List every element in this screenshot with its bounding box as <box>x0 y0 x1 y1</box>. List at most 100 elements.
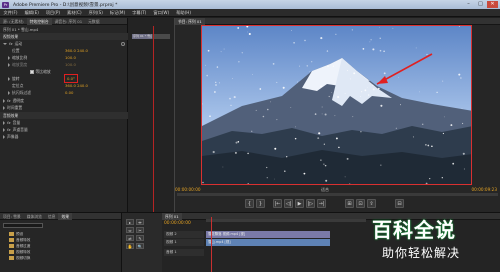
time-remap-row[interactable]: 时间重置 <box>0 104 128 111</box>
list-item[interactable]: 视频切换 <box>6 255 30 261</box>
slip-tool-icon[interactable]: ⇄ <box>126 235 134 241</box>
expand-triangle-icon[interactable] <box>8 91 10 95</box>
ripple-edit-tool-icon[interactable]: ⇔ <box>126 227 134 233</box>
opacity-effect-row[interactable]: fx 透明度 <box>0 97 128 104</box>
program-monitor: 节目: 序列 01 00:00:00:00 适合 00:00:09:23 {}… <box>175 18 500 212</box>
play-button[interactable]: ▶ <box>295 199 304 208</box>
expand-triangle-icon[interactable] <box>3 43 7 45</box>
track-header-video-2[interactable]: 视频 2 <box>164 231 204 238</box>
effects-search-input[interactable] <box>3 223 43 228</box>
expand-triangle-icon[interactable] <box>3 135 5 139</box>
scrub-bar[interactable] <box>177 193 498 196</box>
property-row-position: 位置 360.0 240.0 <box>12 47 88 54</box>
menu-sequence[interactable]: 序列(S) <box>85 9 106 17</box>
fx-icon[interactable]: fx <box>9 41 13 46</box>
channel-volume-row[interactable]: fx 声道音量 <box>0 126 128 133</box>
maximize-button[interactable]: □ <box>475 1 486 8</box>
minimize-button[interactable]: – <box>463 1 474 8</box>
expand-triangle-icon[interactable] <box>3 106 5 110</box>
property-row-scale-width: 缩放宽度 100.0 <box>0 61 128 68</box>
track-select-tool-icon[interactable]: ⇹ <box>136 219 144 225</box>
step-forward-button[interactable]: |▷ <box>306 199 315 208</box>
transport-controls: { } |← ◁| ▶ |▷ →| ⊞ ⊡ ⇪ ⊟ <box>245 199 435 209</box>
fx-icon[interactable]: fx <box>7 120 11 125</box>
tab-effects[interactable]: 效果 <box>58 213 73 220</box>
tab-media-browser[interactable]: 媒体浏览 <box>24 213 45 220</box>
effect-timeline-clip[interactable]: 序列 01 * 雪山.mp4 <box>132 34 152 39</box>
audio-effects-header: 音频效果 <box>0 112 128 119</box>
timeline-ruler[interactable] <box>206 219 366 222</box>
razor-tool-icon[interactable]: ✂ <box>136 227 144 233</box>
tab-program[interactable]: 节目: 序列 01 <box>175 18 205 25</box>
anti-flicker-value[interactable]: 0.00 <box>65 89 73 96</box>
expand-triangle-icon[interactable] <box>3 128 5 132</box>
menu-marker[interactable]: 标记(M) <box>106 9 128 17</box>
tab-info[interactable]: 信息 <box>45 213 59 220</box>
tab-sequence[interactable]: 序列 01 <box>162 213 182 220</box>
menu-help[interactable]: 帮助(H) <box>173 9 195 17</box>
tab-audio-mixer[interactable]: 调音台: 序列 01 <box>52 18 86 25</box>
button-editor-button[interactable]: ⊟ <box>395 199 404 208</box>
menu-window[interactable]: 窗口(W) <box>150 9 173 17</box>
uniform-scale-checkbox[interactable] <box>30 70 34 74</box>
rotation-value[interactable]: 0.0° <box>63 73 79 84</box>
effect-controls-panel: 源: (无素材) 特效控制台 调音台: 序列 01 元数据 序列 01 * 雪山.mp… <box>0 18 128 212</box>
tab-project[interactable]: 项目: 雪景 <box>0 213 24 220</box>
menu-project[interactable]: 项目(P) <box>42 9 63 17</box>
tab-metadata[interactable]: 元数据 <box>85 18 102 25</box>
go-to-in-button[interactable]: |← <box>273 199 282 208</box>
property-row-anti-flicker: 抗闪烁过滤 0.00 <box>0 89 128 96</box>
program-monitor-tabs: 节目: 序列 01 <box>175 18 500 25</box>
track-header-video-1[interactable]: 视频 1 <box>164 239 204 246</box>
scale-width-value[interactable]: 100.0 <box>65 61 76 68</box>
timeline-playhead[interactable] <box>211 217 212 272</box>
tab-source[interactable]: 源: (无素材) <box>0 18 27 25</box>
volume-row[interactable]: fx 音量 <box>0 119 128 126</box>
fx-icon[interactable]: fx <box>7 127 11 132</box>
expand-triangle-icon[interactable] <box>8 56 10 60</box>
position-value[interactable]: 360.0 240.0 <box>65 47 88 54</box>
menu-clip[interactable]: 素材(C) <box>64 9 86 17</box>
menu-file[interactable]: 文件(F) <box>0 9 21 17</box>
pen-tool-icon[interactable]: ✎ <box>136 235 144 241</box>
timeline-clip[interactable]: 雪花飘落 视频.mp4 [视] <box>206 231 330 238</box>
expand-triangle-icon[interactable] <box>3 99 5 103</box>
expand-triangle-icon[interactable] <box>8 63 10 67</box>
expand-triangle-icon[interactable] <box>3 121 5 125</box>
mark-out-button[interactable]: } <box>256 199 265 208</box>
lift-button[interactable]: ⊞ <box>345 199 354 208</box>
extract-button[interactable]: ⊡ <box>356 199 365 208</box>
expand-triangle-icon[interactable] <box>8 77 10 81</box>
fx-icon[interactable]: fx <box>7 98 11 103</box>
mark-in-button[interactable]: { <box>245 199 254 208</box>
reset-icon[interactable] <box>121 41 125 46</box>
effects-panel-tabs: 源: (无素材) 特效控制台 调音台: 序列 01 元数据 <box>0 18 127 25</box>
scale-value[interactable]: 100.0 <box>65 54 76 61</box>
hand-tool-icon[interactable]: ✋ <box>126 243 134 249</box>
menu-bar: 文件(F) 编辑(E) 项目(P) 素材(C) 序列(S) 标记(M) 字幕(T) 窗口(W)… <box>0 9 500 17</box>
folder-icon <box>9 244 14 248</box>
folder-icon <box>9 250 14 254</box>
motion-effect-row[interactable]: fx 运动 <box>0 40 128 47</box>
project-panel: 项目: 雪景 媒体浏览 信息 效果 预设 音频特效 音频过渡 视频特效 视频切换 <box>0 212 122 272</box>
track-header-audio-1[interactable]: 音频 1 <box>164 249 204 256</box>
close-button[interactable]: ✕ <box>487 1 498 8</box>
go-to-out-button[interactable]: →| <box>317 199 326 208</box>
video-preview[interactable] <box>201 25 472 185</box>
panner-row[interactable]: 声像器 <box>0 133 128 140</box>
selection-tool-icon[interactable]: ▸ <box>126 219 134 225</box>
program-current-timecode[interactable]: 00:00:00:00 <box>175 187 201 192</box>
anchor-value[interactable]: 360.0 240.0 <box>65 82 88 89</box>
menu-title[interactable]: 字幕(T) <box>129 9 150 17</box>
export-frame-button[interactable]: ⇪ <box>367 199 376 208</box>
menu-edit[interactable]: 编辑(E) <box>21 9 42 17</box>
step-back-button[interactable]: ◁| <box>284 199 293 208</box>
timeline-timecode[interactable]: 00:00:00:00 <box>164 221 191 226</box>
watermark-subtitle: 助你轻松解决 <box>382 246 461 260</box>
folder-icon <box>9 232 14 236</box>
tab-effect-controls[interactable]: 特效控制台 <box>26 18 52 25</box>
effect-timeline-playhead[interactable] <box>153 26 154 212</box>
timeline-clip[interactable]: 雪山.mp4 [视] <box>206 239 330 246</box>
zoom-tool-icon[interactable]: 🔍 <box>136 243 144 249</box>
effect-controls-timeline[interactable]: 序列 01 * 雪山.mp4 <box>128 18 175 212</box>
